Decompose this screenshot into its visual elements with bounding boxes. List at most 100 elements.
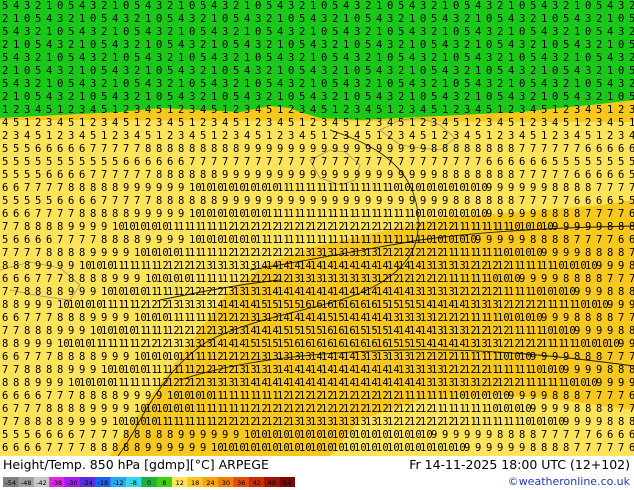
- temperature-value: 8: [618, 325, 624, 337]
- temperature-value: 9: [541, 182, 547, 194]
- temperature-value: 1: [2, 104, 8, 116]
- temperature-value: 1: [354, 117, 360, 129]
- temperature-value: 2: [332, 13, 338, 25]
- temperature-value: 6: [79, 143, 85, 155]
- temperature-value: 3: [585, 39, 591, 51]
- temperature-value: 3: [387, 39, 393, 51]
- temperature-value: 8: [508, 429, 514, 441]
- temperature-value: 2: [332, 91, 338, 103]
- temperature-value: 3: [123, 13, 129, 25]
- temperature-value: 7: [629, 312, 634, 324]
- temperature-value: 6: [13, 234, 19, 246]
- temperature-value: 7: [277, 156, 283, 168]
- temperature-value: 4: [519, 130, 525, 142]
- temperature-value: 2: [629, 0, 634, 12]
- temperature-value: 4: [607, 78, 613, 90]
- temperature-value: 5: [35, 91, 41, 103]
- temperature-value: 7: [134, 143, 140, 155]
- temperature-value: 1: [376, 78, 382, 90]
- temperature-value: 0: [354, 13, 360, 25]
- temperature-value: 3: [233, 130, 239, 142]
- temperature-value: 1: [112, 78, 118, 90]
- temperature-value: 9: [145, 390, 151, 402]
- temperature-value: 8: [574, 182, 580, 194]
- temperature-value: 4: [332, 117, 338, 129]
- temperature-value: 4: [442, 39, 448, 51]
- temperature-value: 0: [585, 0, 591, 12]
- temperature-value: 9: [90, 286, 96, 298]
- temperature-value: 0: [288, 39, 294, 51]
- temperature-value: 4: [178, 13, 184, 25]
- temperature-value: 2: [167, 78, 173, 90]
- temperature-value: 8: [475, 169, 481, 181]
- temperature-value: 1: [409, 91, 415, 103]
- temperature-map[interactable]: 5432105432105432105432105432105432105432…: [0, 0, 634, 456]
- temperature-value: 7: [189, 156, 195, 168]
- temperature-value: 6: [2, 208, 8, 220]
- temperature-value: 9: [68, 416, 74, 428]
- temperature-value: 3: [585, 91, 591, 103]
- temperature-value: 6: [24, 273, 30, 285]
- temperature-value: 4: [541, 78, 547, 90]
- temperature-value: 6: [35, 429, 41, 441]
- temperature-value: 4: [310, 39, 316, 51]
- temperature-value: 9: [508, 208, 514, 220]
- temperature-value: 9: [233, 195, 239, 207]
- temperature-value: 1: [178, 78, 184, 90]
- temperature-value: 7: [24, 351, 30, 363]
- temperature-value: 1: [376, 0, 382, 12]
- temperature-value: 2: [222, 130, 228, 142]
- temperature-value: 9: [79, 221, 85, 233]
- temperature-value: 4: [464, 130, 470, 142]
- temperature-value: 0: [387, 0, 393, 12]
- temperature-value: 7: [244, 156, 250, 168]
- credit-link[interactable]: ©weatheronline.co.uk: [508, 475, 630, 489]
- temperature-value: 5: [596, 156, 602, 168]
- temperature-value: 7: [541, 195, 547, 207]
- temperature-value: 1: [156, 130, 162, 142]
- temperature-value: 2: [332, 65, 338, 77]
- temperature-value: 7: [266, 156, 272, 168]
- temperature-value: 5: [299, 39, 305, 51]
- temperature-value: 7: [13, 416, 19, 428]
- temperature-value: 9: [310, 169, 316, 181]
- legend-tick-label: -42: [36, 479, 47, 487]
- temperature-value: 8: [178, 143, 184, 155]
- temperature-value: 6: [607, 195, 613, 207]
- temperature-value: 8: [46, 403, 52, 415]
- temperature-value: 6: [486, 156, 492, 168]
- temperature-value: 5: [365, 130, 371, 142]
- temperature-value: 9: [486, 442, 492, 454]
- temperature-value: 3: [420, 78, 426, 90]
- temperature-value: 9: [596, 221, 602, 233]
- temperature-value: 3: [79, 104, 85, 116]
- temperature-value: 5: [233, 91, 239, 103]
- temperature-value: 1: [475, 39, 481, 51]
- temperature-value: 9: [123, 403, 129, 415]
- temperature-value: 4: [442, 13, 448, 25]
- temperature-value: 0: [420, 13, 426, 25]
- temperature-value: 5: [288, 117, 294, 129]
- temperature-value: 9: [90, 403, 96, 415]
- temperature-value: 0: [24, 65, 30, 77]
- temperature-value: 7: [35, 247, 41, 259]
- temperature-value: 4: [277, 78, 283, 90]
- valid-time: Fr 14-11-2025 18:00 UTC (12+102): [409, 457, 630, 472]
- temperature-value: 9: [497, 208, 503, 220]
- temperature-value: 1: [167, 104, 173, 116]
- temperature-value: 0: [519, 0, 525, 12]
- temperature-value: 4: [90, 104, 96, 116]
- temperature-value: 9: [574, 416, 580, 428]
- temperature-value: 3: [486, 26, 492, 38]
- temperature-value: 5: [2, 156, 8, 168]
- temperature-value: 4: [13, 0, 19, 12]
- temperature-value: 9: [354, 195, 360, 207]
- temperature-value: 9: [167, 442, 173, 454]
- temperature-value: 9: [420, 195, 426, 207]
- temperature-value: 6: [57, 195, 63, 207]
- temperature-value: 9: [112, 403, 118, 415]
- temperature-value: 5: [2, 143, 8, 155]
- temperature-value: 9: [46, 299, 52, 311]
- temperature-value: 4: [442, 117, 448, 129]
- temperature-value: 9: [68, 364, 74, 376]
